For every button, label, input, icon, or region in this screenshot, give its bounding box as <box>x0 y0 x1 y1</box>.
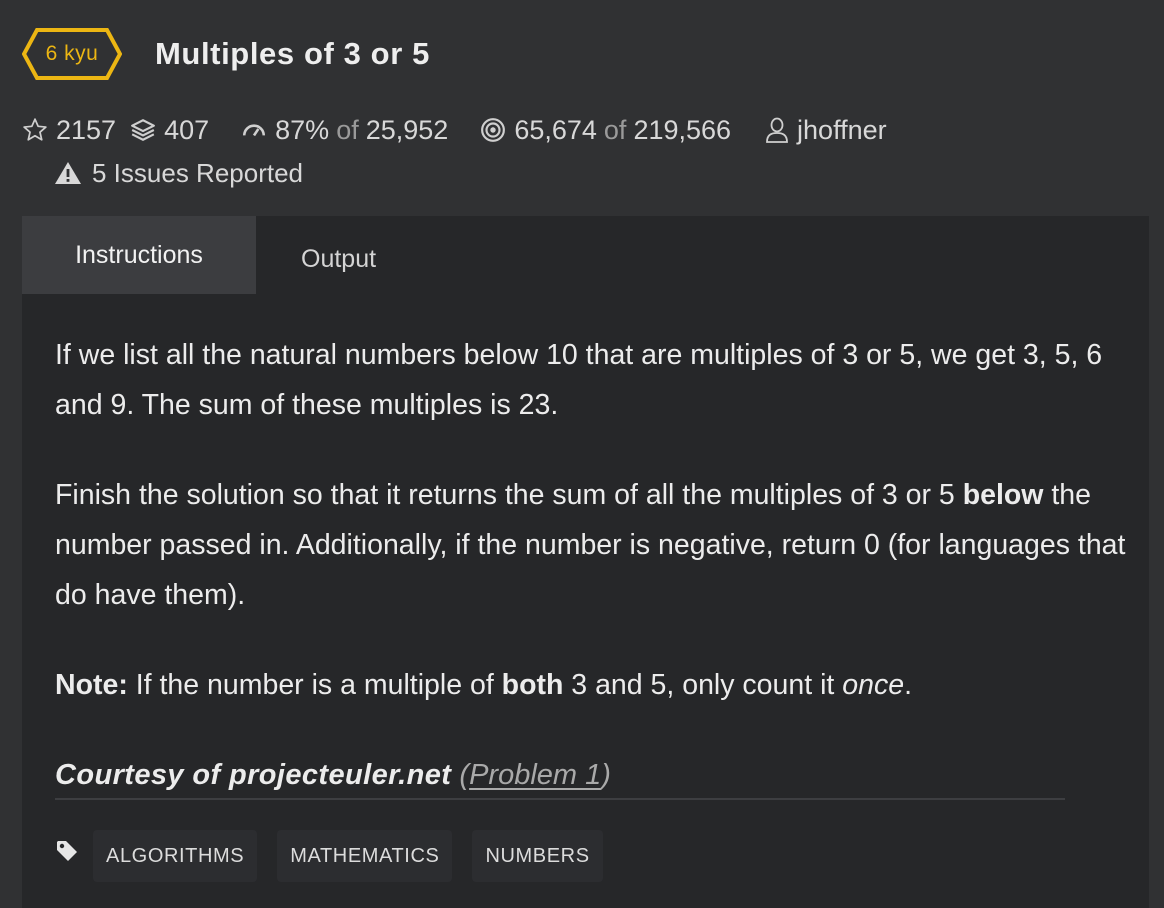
instructions-paragraph-2: Finish the solution so that it returns t… <box>55 470 1135 620</box>
courtesy-close: ) <box>601 759 611 791</box>
rank-badge: 6 kyu <box>22 28 122 80</box>
note-bold: both <box>501 669 564 701</box>
stars-stat[interactable]: 2157 <box>22 115 116 146</box>
satisfaction-stat: 87% of 25,952 <box>241 115 448 146</box>
kata-page: 6 kyu Multiples of 3 or 5 2157 407 87% o… <box>0 0 1164 908</box>
satisfaction-votes: 25,952 <box>365 114 449 145</box>
courtesy-text: Courtesy of projecteuler.net <box>55 759 452 791</box>
author-stat[interactable]: jhoffner <box>765 115 887 146</box>
author-name[interactable]: jhoffner <box>797 115 887 146</box>
completed-of: of <box>603 114 627 145</box>
courtesy-line: Courtesy of projecteuler.net (Problem 1) <box>55 750 1055 800</box>
satisfaction-of: of <box>336 114 359 145</box>
tab-output[interactable]: Output <box>256 216 376 298</box>
tag-icon <box>55 839 79 863</box>
rank-label: 6 kyu <box>45 42 99 65</box>
gauge-icon <box>241 117 267 143</box>
issues-label: 5 Issues Reported <box>92 157 304 188</box>
tag-mathematics[interactable]: MATHEMATICS <box>277 830 453 882</box>
p2-bold: below <box>962 479 1044 511</box>
target-icon <box>480 117 506 143</box>
courtesy-open: ( <box>451 759 470 791</box>
kata-header: 6 kyu Multiples of 3 or 5 <box>22 28 430 80</box>
kata-stats: 2157 407 87% of 25,952 65,674 of 219,566… <box>22 112 887 148</box>
note-label: Note: <box>55 669 128 701</box>
stack-icon <box>130 117 156 143</box>
tab-instructions[interactable]: Instructions <box>22 216 256 294</box>
issues-link[interactable]: 5 Issues Reported <box>54 156 303 190</box>
satisfaction-percent: 87% <box>275 114 330 145</box>
content-divider <box>55 798 1065 800</box>
tag-algorithms[interactable]: ALGORITHMS <box>93 830 258 882</box>
instructions-note: Note: If the number is a multiple of bot… <box>55 660 1135 710</box>
kata-title: Multiples of 3 or 5 <box>155 36 430 71</box>
completed-count: 65,674 <box>514 114 597 145</box>
note-end: . <box>904 669 912 701</box>
note-emphasis: once <box>842 669 905 701</box>
completion-stat: 65,674 of 219,566 <box>480 115 731 146</box>
user-icon <box>765 117 789 143</box>
p2-text-1: Finish the solution so that it returns t… <box>55 479 963 511</box>
note-text-1: If the number is a multiple of <box>127 669 502 701</box>
stars-count: 2157 <box>56 114 117 145</box>
tag-numbers[interactable]: NUMBERS <box>472 830 603 882</box>
warning-icon <box>54 160 82 186</box>
description-panel: Instructions Output If we list all the n… <box>22 216 1149 908</box>
panel-tabs: Instructions Output <box>22 216 376 294</box>
problem-link[interactable]: Problem 1 <box>469 759 601 791</box>
collections-stat[interactable]: 407 <box>130 115 209 146</box>
tags-row: ALGORITHMS MATHEMATICS NUMBERS <box>55 830 623 882</box>
note-text-2: 3 and 5, only count it <box>563 669 843 701</box>
attempted-count: 219,566 <box>633 114 732 145</box>
star-icon <box>22 117 48 143</box>
instructions-paragraph-1: If we list all the natural numbers below… <box>55 339 1103 421</box>
collections-count: 407 <box>164 114 210 145</box>
